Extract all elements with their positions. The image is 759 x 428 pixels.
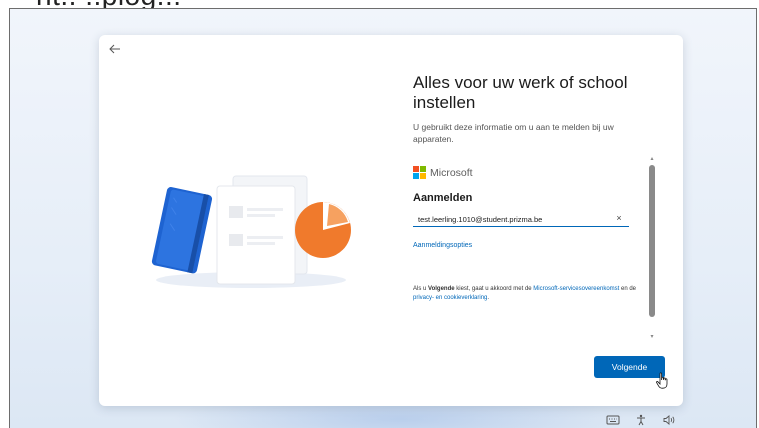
terms-part4: . [487, 295, 490, 301]
hand-cursor-icon [656, 372, 670, 390]
accessibility-icon[interactable] [634, 413, 648, 426]
terms-part3: en de [619, 286, 637, 292]
next-button[interactable]: Volgende [594, 356, 665, 378]
setup-illustration [141, 170, 361, 290]
terms-part2: kiest, gaat u akkoord met de [454, 286, 534, 292]
oobe-screen: Alles voor uw werk of school instellen U… [9, 8, 757, 428]
signin-heading: Aanmelden [413, 192, 473, 204]
services-agreement-link[interactable]: Microsoft-servicesovereenkomst [533, 286, 619, 292]
setup-card: Alles voor uw werk of school instellen U… [99, 35, 683, 406]
scroll-up-icon[interactable]: ▴ [648, 155, 656, 163]
keyboard-icon[interactable] [606, 413, 620, 425]
terms-bold: Volgende [428, 286, 455, 292]
microsoft-signin-panel: Microsoft Aanmelden × Aanmeldingsopties … [404, 157, 658, 347]
volume-icon[interactable] [662, 413, 676, 425]
page-title: Alles voor uw werk of school instellen [413, 73, 628, 112]
terms-part1: Als u [413, 286, 429, 292]
microsoft-logo: Microsoft [413, 166, 473, 179]
panel-scrollbar[interactable]: ▴ ▾ [648, 155, 656, 345]
scrollbar-thumb[interactable] [649, 165, 655, 317]
privacy-statement-link[interactable]: privacy- en cookieverklaring [413, 295, 487, 301]
microsoft-wordmark: Microsoft [430, 166, 473, 179]
back-arrow-icon[interactable] [106, 40, 124, 58]
clear-input-icon[interactable]: × [613, 212, 625, 225]
scroll-down-icon[interactable]: ▾ [648, 333, 656, 341]
signin-options-link[interactable]: Aanmeldingsopties [413, 242, 472, 249]
email-input[interactable] [413, 212, 629, 227]
illustration-graphic [151, 175, 351, 288]
microsoft-logo-icon [413, 166, 426, 179]
page-subtitle: U gebruikt deze informatie om u aan te m… [413, 122, 614, 144]
system-tray [606, 413, 676, 426]
terms-text: Als u Volgende kiest, gaat u akkoord met… [413, 285, 649, 303]
